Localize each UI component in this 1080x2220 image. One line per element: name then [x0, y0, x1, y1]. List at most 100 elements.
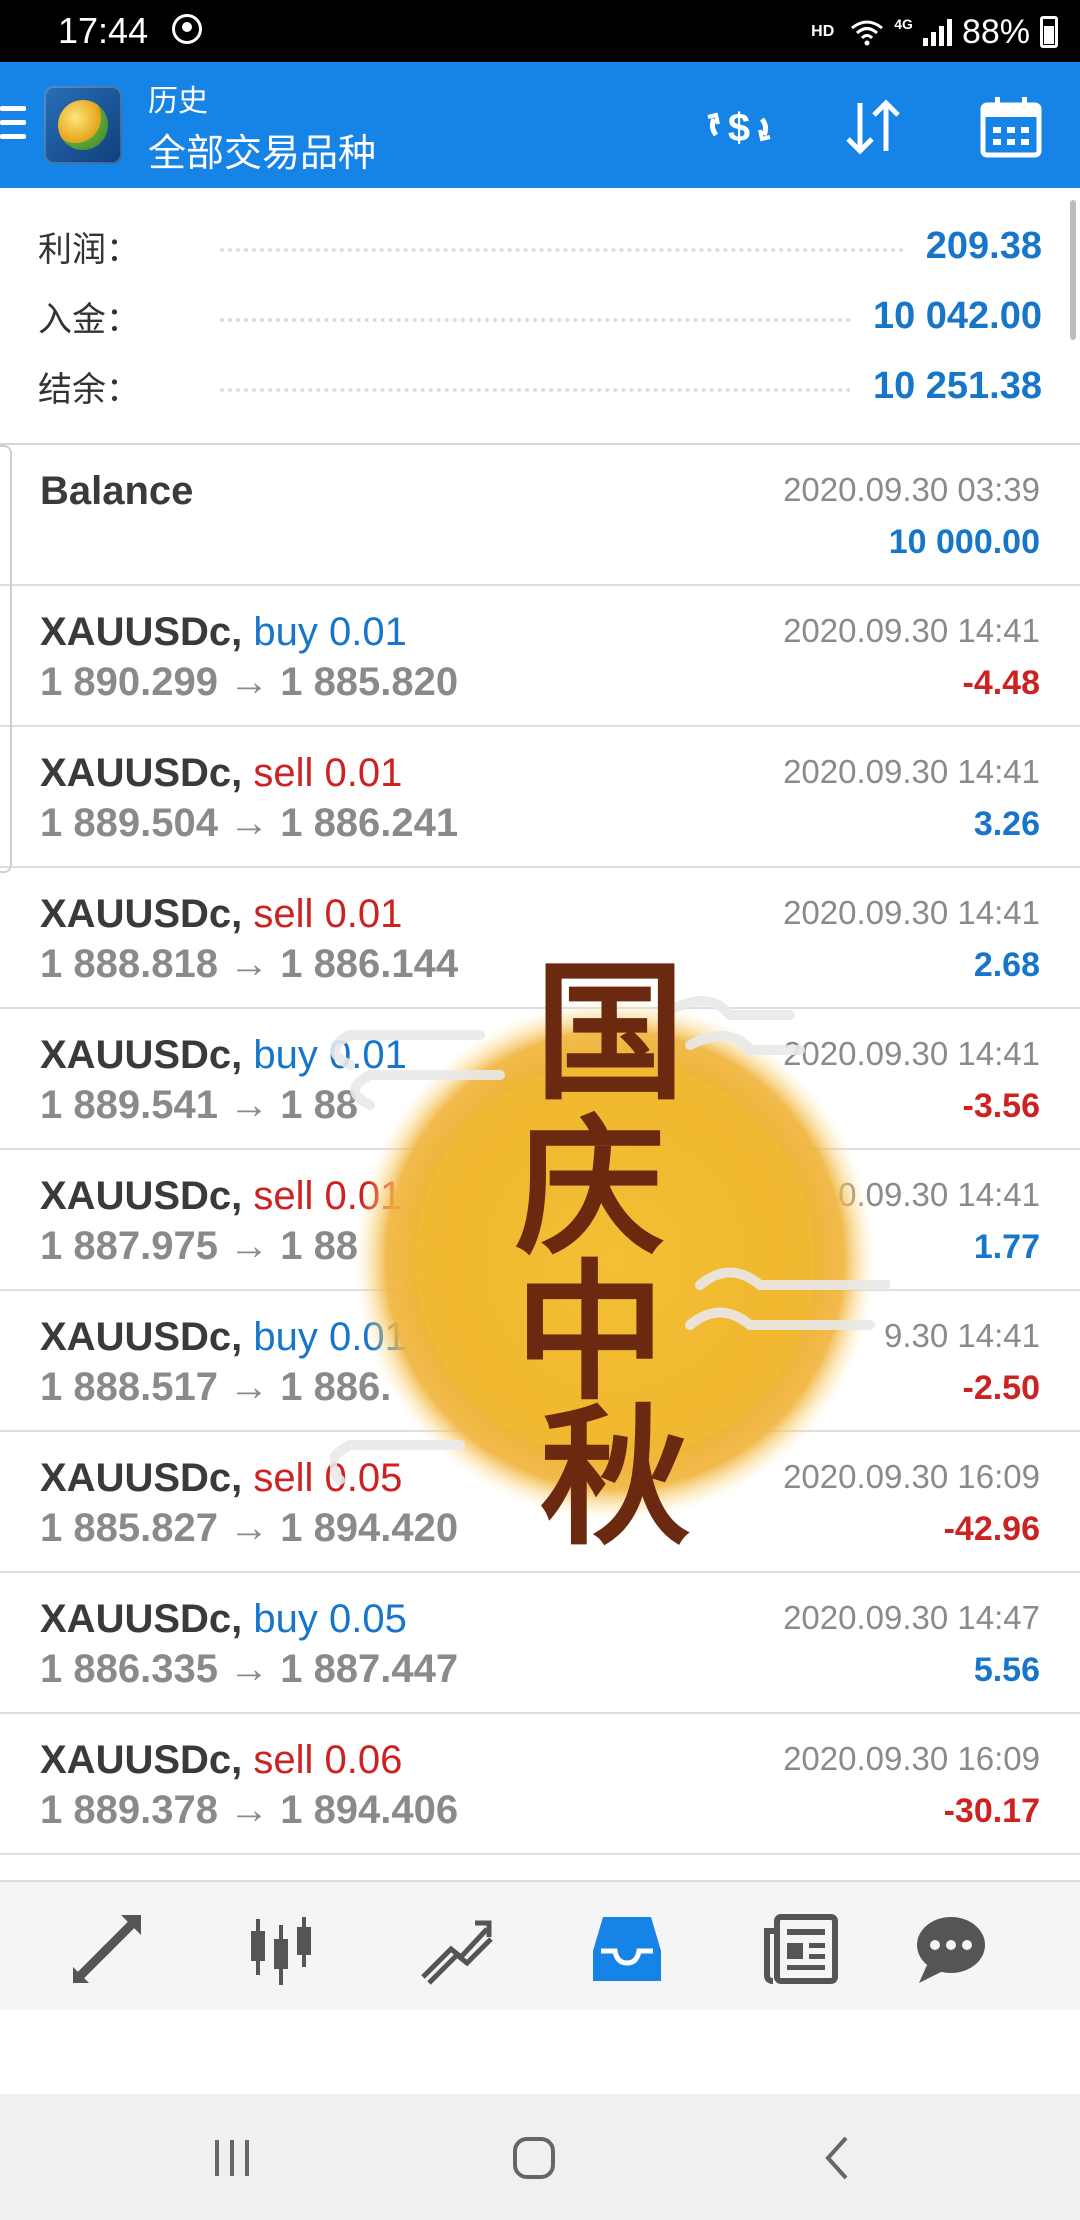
arrow-icon: → — [229, 1083, 270, 1127]
summary-value: 10 251.38 — [872, 364, 1042, 407]
trade-symbol: XAUUSDc, — [40, 1174, 243, 1218]
calendar-button[interactable] — [976, 92, 1046, 162]
trade-prices: 1 889.541 → 1 88 — [40, 1083, 358, 1128]
deposit-filter-button[interactable]: $ — [704, 92, 774, 162]
trade-row[interactable]: XAUUSDc, sell 0.05 1 885.827 → 1 894.420 2… — [0, 1432, 1080, 1573]
history-icon — [593, 1917, 661, 1981]
trade-prices: 1 886.335 → 1 887.447 — [40, 1647, 458, 1692]
row-profit: 3.26 — [973, 805, 1040, 843]
history-list: Balance 2020.09.30 03:39 10 000.00 XAUUS… — [0, 445, 1080, 1855]
app-bar: 历史 全部交易品种 $ — [0, 62, 1080, 188]
trade-symbol-line: XAUUSDc, sell 0.01 — [40, 751, 402, 796]
trade-row[interactable]: XAUUSDc, sell 0.01 1 888.818 → 1 886.144 2… — [0, 868, 1080, 1009]
trade-prices: 1 889.504 → 1 886.241 — [40, 801, 458, 846]
trade-row[interactable]: XAUUSDc, buy 0.01 1 888.517 → 1 886. 9.30 … — [0, 1291, 1080, 1432]
dotted-leader — [220, 248, 904, 252]
tab-news[interactable] — [756, 1904, 846, 1994]
lte-indicator: 4G — [894, 16, 913, 32]
row-date: 2020.09.30 14:41 — [783, 894, 1040, 931]
trade-symbol-line: XAUUSDc, buy 0.01 — [40, 610, 407, 655]
open-price: 1 888.517 — [40, 1365, 218, 1409]
tab-trade[interactable] — [410, 1904, 500, 1994]
row-profit: -2.50 — [962, 1369, 1041, 1407]
trade-side: sell 0.01 — [253, 751, 403, 795]
signal-icon — [922, 18, 952, 46]
back-button[interactable] — [808, 2128, 868, 2188]
list-edge-handle — [0, 445, 12, 873]
row-profit: -30.17 — [943, 1792, 1040, 1830]
page-subtitle: 历史 — [148, 84, 208, 119]
row-date: 2020.09.30 03:39 — [783, 471, 1040, 508]
row-profit: -4.48 — [962, 664, 1041, 702]
trade-symbol-line: XAUUSDc, sell 0.01 — [40, 892, 402, 937]
row-profit: 1.77 — [973, 1228, 1040, 1266]
arrow-icon: → — [229, 1788, 270, 1832]
arrow-icon: → — [229, 1224, 270, 1268]
back-icon — [825, 2136, 848, 2180]
home-button[interactable] — [504, 2128, 564, 2188]
open-price: 1 888.818 — [40, 942, 218, 986]
trade-symbol-line: XAUUSDc, sell 0.05 — [40, 1456, 402, 1501]
close-price: 1 886.241 — [280, 801, 459, 845]
summary-balance-row: 结余： 10 251.38 — [38, 356, 1042, 416]
open-price: 1 887.975 — [40, 1224, 218, 1268]
page-title[interactable]: 全部交易品种 — [148, 122, 376, 177]
trade-prices: 1 885.827 → 1 894.420 — [40, 1506, 458, 1551]
tab-history[interactable] — [582, 1904, 672, 1994]
recent-apps-icon — [215, 2140, 249, 2176]
scrollbar[interactable] — [1070, 200, 1076, 340]
summary-value: 10 042.00 — [872, 294, 1042, 337]
system-nav-bar — [0, 2094, 1080, 2220]
trade-symbol: XAUUSDc, — [40, 1456, 243, 1500]
calendar-icon — [980, 97, 1042, 158]
trade-prices: 1 889.378 → 1 894.406 — [40, 1788, 458, 1833]
balance-row[interactable]: Balance 2020.09.30 03:39 10 000.00 — [0, 445, 1080, 586]
tab-chat[interactable] — [906, 1904, 996, 1994]
trade-row[interactable]: XAUUSDc, buy 0.01 1 890.299 → 1 885.820 20… — [0, 586, 1080, 727]
dollar-exchange-icon: $ — [707, 106, 771, 150]
trade-row[interactable]: XAUUSDc, sell 0.06 1 889.378 → 1 894.406 2… — [0, 1714, 1080, 1855]
balance-title: Balance — [40, 469, 194, 513]
wifi-icon — [851, 20, 884, 46]
home-icon — [513, 2137, 555, 2179]
trade-symbol-line: XAUUSDc, sell 0.06 — [40, 1738, 402, 1783]
row-date: 9.30 14:41 — [884, 1317, 1040, 1354]
close-price: 1 88 — [280, 1083, 359, 1127]
open-price: 1 890.299 — [40, 660, 218, 704]
sort-button[interactable] — [838, 92, 908, 162]
close-price: 1 886.144 — [280, 942, 459, 986]
tab-quotes[interactable] — [62, 1904, 152, 1994]
app-logo — [44, 86, 122, 164]
chat-icon — [917, 1917, 985, 1983]
trade-prices: 1 890.299 → 1 885.820 — [40, 660, 458, 705]
trade-row[interactable]: XAUUSDc, buy 0.01 1 889.541 → 1 88 2020.09… — [0, 1009, 1080, 1150]
close-price: 1 886. — [280, 1365, 392, 1409]
open-price: 1 889.378 — [40, 1788, 218, 1832]
trade-symbol: XAUUSDc, — [40, 1597, 243, 1641]
trade-row[interactable]: XAUUSDc, buy 0.05 1 886.335 → 1 887.447 20… — [0, 1573, 1080, 1714]
dotted-leader — [220, 318, 851, 322]
row-profit: 5.56 — [973, 1651, 1040, 1689]
close-price: 1 88 — [280, 1224, 359, 1268]
chart-icon — [251, 1917, 311, 1985]
bottom-tab-bar — [0, 1880, 1080, 2010]
menu-icon[interactable] — [0, 106, 26, 142]
trade-row[interactable]: XAUUSDc, sell 0.01 1 887.975 → 1 88 0.09.3… — [0, 1150, 1080, 1291]
summary-label: 结余： — [38, 369, 140, 410]
trade-symbol: XAUUSDc, — [40, 610, 243, 654]
trade-side: buy 0.01 — [253, 1315, 407, 1359]
row-date: 2020.09.30 14:47 — [783, 1599, 1040, 1636]
trade-row[interactable]: XAUUSDc, sell 0.01 1 889.504 → 1 886.241 2… — [0, 727, 1080, 868]
trade-prices: 1 888.517 → 1 886. — [40, 1365, 391, 1410]
close-price: 1 887.447 — [280, 1647, 459, 1691]
arrow-icon: → — [229, 942, 270, 986]
trade-side: sell 0.01 — [253, 1174, 403, 1218]
tab-chart[interactable] — [236, 1904, 326, 1994]
row-date: 2020.09.30 14:41 — [783, 753, 1040, 790]
arrow-icon: → — [229, 1647, 270, 1691]
trade-side: buy 0.01 — [253, 610, 407, 654]
battery-percent: 88% — [961, 12, 1030, 51]
trade-side: buy 0.05 — [253, 1597, 407, 1641]
recent-apps-button[interactable] — [202, 2128, 262, 2188]
open-price: 1 885.827 — [40, 1506, 218, 1550]
